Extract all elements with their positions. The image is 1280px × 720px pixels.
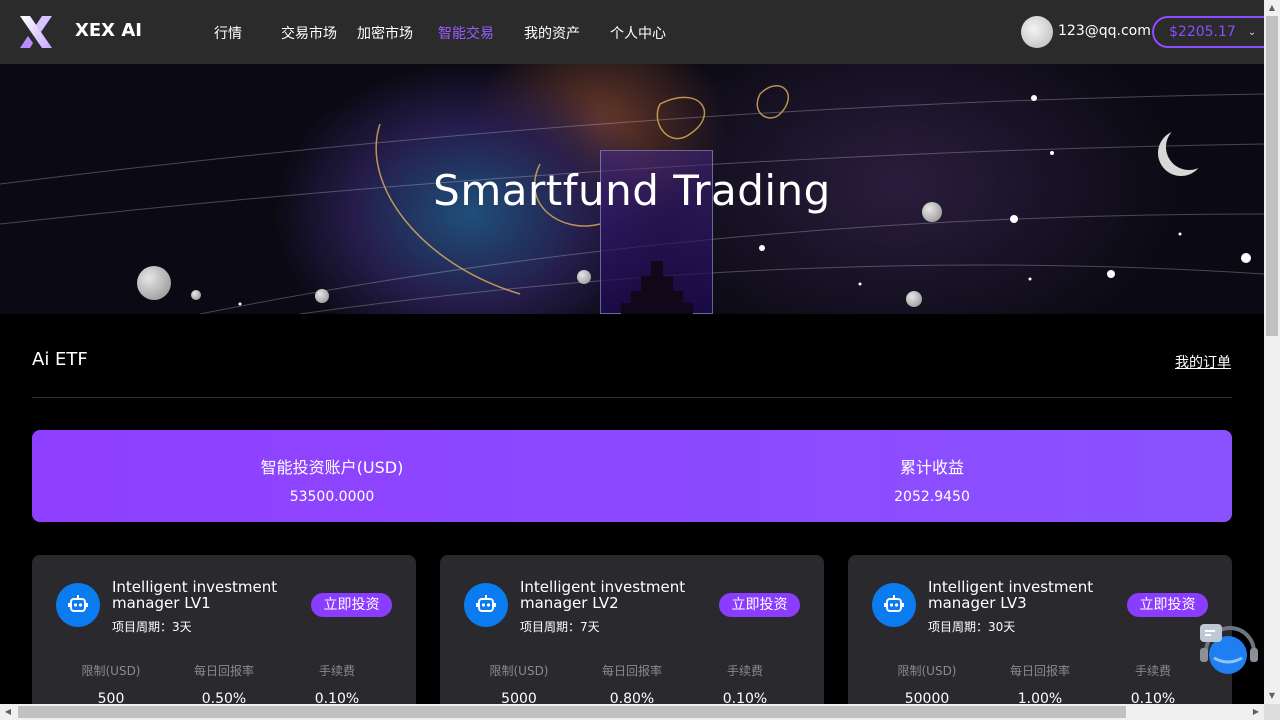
robot-icon	[56, 583, 100, 627]
stat-label: 每日回报率	[193, 664, 254, 678]
product-card: Intelligent investment manager LV3 项目周期：…	[848, 555, 1232, 715]
balance-value: $2205.17	[1169, 24, 1236, 40]
avatar[interactable]	[1021, 16, 1053, 48]
invest-now-button[interactable]: 立即投资	[1127, 593, 1208, 617]
top-header: XEX AI 行情 交易市场 加密市场 智能交易 我的资产 个人中心 123@qq.com…	[0, 0, 1280, 64]
cumulative-earnings-label: 累计收益	[899, 458, 964, 477]
card-title: Intelligent investment manager LV1	[112, 578, 278, 612]
user-email[interactable]: 123@qq.com	[1058, 23, 1151, 39]
invest-now-button[interactable]: 立即投资	[311, 593, 392, 617]
horizontal-scrollbar-thumb[interactable]	[18, 706, 1126, 718]
stat-label: 手续费	[726, 664, 763, 678]
card-period: 项目周期：7天	[520, 620, 600, 634]
stat-label: 每日回报率	[1009, 664, 1070, 678]
my-orders-link[interactable]: 我的订单	[1175, 352, 1231, 372]
planet-small	[577, 270, 591, 284]
nav-item[interactable]: 交易市场	[281, 23, 337, 43]
x-logo-icon[interactable]	[18, 14, 54, 50]
nav-item[interactable]: 智能交易	[438, 23, 494, 43]
moon-icon	[1166, 124, 1212, 170]
card-title: Intelligent investment manager LV3	[928, 578, 1094, 612]
stat-label: 限制(USD)	[81, 664, 141, 678]
investment-account-label: 智能投资账户(USD)	[260, 458, 404, 477]
card-period: 项目周期：30天	[928, 620, 1016, 634]
scroll-up-arrow[interactable]: ▲	[1264, 0, 1280, 16]
investment-account: 智能投资账户(USD) 53500.0000	[32, 430, 632, 522]
robot-icon	[872, 583, 916, 627]
nav-item[interactable]: 行情	[214, 23, 242, 43]
customer-service-icon[interactable]	[1198, 622, 1260, 678]
stat-label: 手续费	[1134, 664, 1171, 678]
nav-item[interactable]: 加密市场	[357, 23, 413, 43]
balance-dropdown[interactable]: $2205.17 ⌄	[1152, 16, 1280, 48]
section-title: Ai ETF	[32, 349, 88, 370]
stat-label: 限制(USD)	[897, 664, 957, 678]
invest-now-button[interactable]: 立即投资	[719, 593, 800, 617]
account-summary-panel: 智能投资账户(USD) 53500.0000 累计收益 2052.9450	[32, 430, 1232, 522]
cumulative-earnings-value: 2052.9450	[894, 489, 970, 505]
scrollbar-corner	[1264, 704, 1280, 720]
scroll-down-arrow[interactable]: ▼	[1264, 688, 1280, 704]
vertical-scrollbar-thumb[interactable]	[1266, 16, 1278, 336]
scroll-left-arrow[interactable]: ◀	[0, 704, 16, 720]
scroll-right-arrow[interactable]: ▶	[1248, 704, 1264, 720]
robot-icon	[464, 583, 508, 627]
nav-item[interactable]: 个人中心	[610, 23, 666, 43]
planet-small	[191, 290, 201, 300]
product-card: Intelligent investment manager LV2 项目周期：…	[440, 555, 824, 715]
stat-label: 手续费	[318, 664, 355, 678]
cumulative-earnings: 累计收益 2052.9450	[632, 430, 1232, 522]
planet-small	[906, 291, 922, 307]
hero-banner: Smartfund Trading	[0, 64, 1264, 314]
product-card: Intelligent investment manager LV1 项目周期：…	[32, 555, 416, 715]
stat-label: 每日回报率	[601, 664, 662, 678]
nav-item[interactable]: 我的资产	[524, 23, 580, 43]
stat-label: 限制(USD)	[489, 664, 549, 678]
planet-large	[137, 266, 171, 300]
chevron-down-icon: ⌄	[1247, 26, 1257, 38]
card-title: Intelligent investment manager LV2	[520, 578, 686, 612]
card-period: 项目周期：3天	[112, 620, 192, 634]
brand-name[interactable]: XEX AI	[75, 20, 142, 41]
investment-account-value: 53500.0000	[289, 489, 375, 505]
divider	[32, 397, 1232, 398]
planet-small	[315, 289, 329, 303]
hero-title: Smartfund Trading	[433, 166, 831, 215]
